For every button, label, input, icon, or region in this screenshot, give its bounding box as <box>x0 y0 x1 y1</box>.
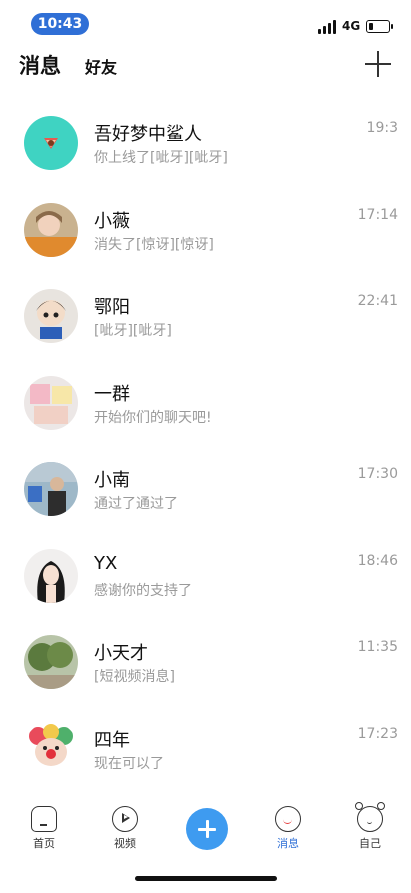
chat-preview: 感谢你的支持了 <box>94 582 192 599</box>
chat-preview: 消失了[惊讶][惊讶] <box>94 236 214 253</box>
chat-time: 17:23 <box>357 725 398 742</box>
chat-time: 18:46 <box>357 552 398 569</box>
header: 消息 好友 <box>0 44 411 88</box>
avatar <box>24 289 78 343</box>
play-icon <box>112 806 138 832</box>
chat-row[interactable]: 一群 开始你们的聊天吧! <box>0 360 411 447</box>
network-type: 4G <box>342 19 361 33</box>
chat-name: 小南 <box>94 470 130 491</box>
message-icon <box>275 806 301 832</box>
chat-row[interactable]: 小天才 [短视频消息] 11:35 <box>0 619 411 706</box>
nav-home-label: 首页 <box>33 837 55 850</box>
chat-time: 19:3 <box>366 120 398 136</box>
chat-row[interactable]: YX 感谢你的支持了 18:46 <box>0 533 411 620</box>
bear-icon <box>355 802 385 832</box>
chat-time: 11:35 <box>357 639 398 655</box>
signal-icon <box>318 20 340 34</box>
chat-time: 17:30 <box>357 466 398 482</box>
tab-messages[interactable]: 消息 <box>19 50 61 80</box>
chat-row[interactable]: 小南 通过了通过了 17:30 <box>0 446 411 533</box>
nav-home[interactable]: 首页 <box>14 806 74 856</box>
avatar <box>24 462 78 516</box>
group-avatar <box>24 375 78 430</box>
chat-preview: 通过了通过了 <box>94 496 178 512</box>
chat-row[interactable]: 吾好梦中鲨人 你上线了[呲牙][呲牙] 19:3 <box>0 100 411 187</box>
avatar <box>24 635 78 689</box>
chat-name: 吾好梦中鲨人 <box>94 124 202 145</box>
chat-name: YX <box>94 552 118 574</box>
chat-name: 小薇 <box>94 210 130 232</box>
chat-name: 一群 <box>94 383 130 405</box>
chat-preview: 开始你们的聊天吧! <box>94 409 212 426</box>
nav-video-label: 视频 <box>114 837 136 850</box>
chat-preview: 你上线了[呲牙][呲牙] <box>94 150 228 166</box>
chat-preview: [呲牙][呲牙] <box>94 323 172 339</box>
chat-time: 22:41 <box>357 293 398 309</box>
compose-button[interactable] <box>186 808 228 850</box>
nav-messages-label: 消息 <box>277 837 299 850</box>
status-time: 10:43 <box>31 13 89 35</box>
chat-time: 17:14 <box>357 206 398 223</box>
nav-messages[interactable]: 消息 <box>258 806 318 856</box>
avatar <box>24 202 78 257</box>
chat-name: 四年 <box>94 729 130 751</box>
avatar <box>24 116 78 170</box>
status-bar: 10:43 4G <box>0 0 411 48</box>
chat-name: 鄂阳 <box>94 297 130 318</box>
tab-friends[interactable]: 好友 <box>85 54 117 78</box>
chat-row[interactable]: 鄂阳 [呲牙][呲牙] 22:41 <box>0 273 411 360</box>
nav-me-label: 自己 <box>359 837 381 850</box>
avatar <box>24 721 78 776</box>
chat-list: 吾好梦中鲨人 你上线了[呲牙][呲牙] 19:3 小薇 消失了[惊讶][惊讶] … <box>0 100 411 792</box>
bottom-nav: 首页 视频 消息 自己 <box>0 800 411 860</box>
battery-icon <box>366 20 393 33</box>
chat-row[interactable]: 四年 现在可以了 17:23 <box>0 706 411 793</box>
avatar <box>24 548 78 603</box>
nav-me[interactable]: 自己 <box>340 802 400 856</box>
chat-row[interactable]: 小薇 消失了[惊讶][惊讶] 17:14 <box>0 187 411 274</box>
chat-name: 小天才 <box>94 643 148 664</box>
chat-preview: [短视频消息] <box>94 669 175 685</box>
home-icon <box>31 806 57 832</box>
home-indicator <box>135 876 277 881</box>
chat-preview: 现在可以了 <box>94 755 164 772</box>
add-button[interactable] <box>364 50 392 78</box>
nav-video[interactable]: 视频 <box>95 806 155 856</box>
